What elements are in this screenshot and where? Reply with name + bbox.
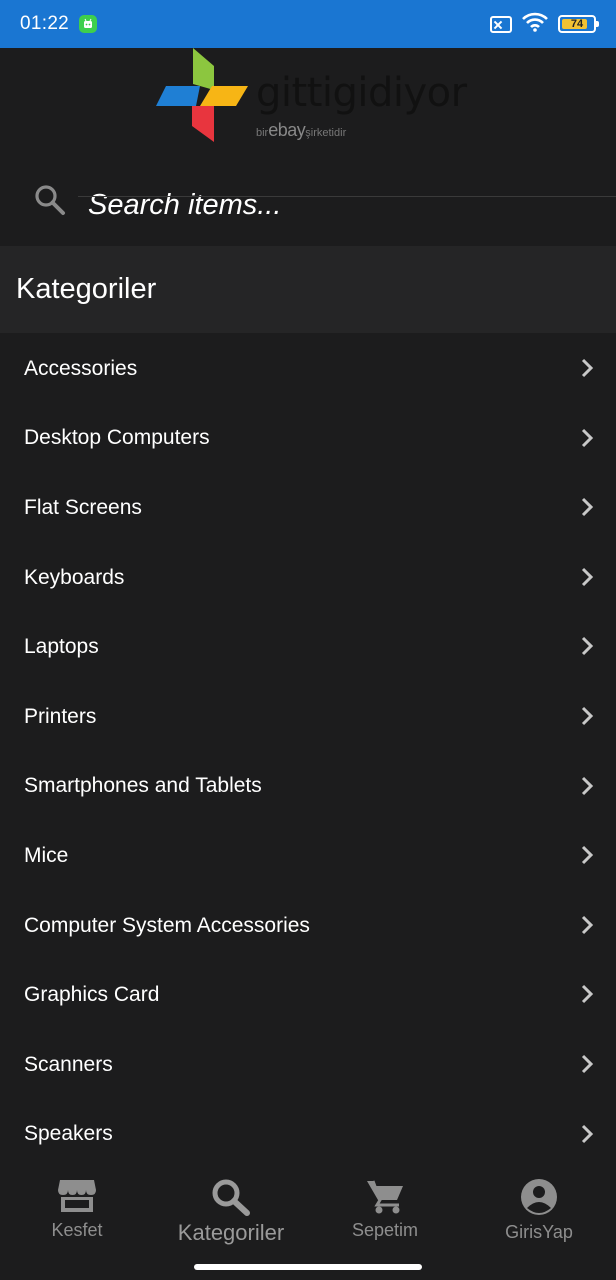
- category-label: Keyboards: [24, 565, 125, 589]
- nav-item-kategoriler[interactable]: Kategoriler: [154, 1178, 308, 1246]
- category-label: Printers: [24, 704, 97, 728]
- nav-label: GirisYap: [505, 1222, 573, 1242]
- category-label: Graphics Card: [24, 983, 160, 1007]
- chevron-right-icon: [581, 985, 594, 1004]
- status-bar: 01:22 74: [0, 0, 616, 48]
- category-item-laptops[interactable]: Laptops: [0, 612, 616, 682]
- nav-item-girisyap[interactable]: GirisYap: [462, 1178, 616, 1243]
- logo-wordmark: gittigidiyor: [256, 70, 467, 116]
- nav-label: Kesfet: [51, 1220, 103, 1240]
- category-item-scanners[interactable]: Scanners: [0, 1030, 616, 1100]
- search-input[interactable]: [80, 174, 616, 236]
- category-item-flat-screens[interactable]: Flat Screens: [0, 473, 616, 543]
- nav-item-sepetim[interactable]: Sepetim: [308, 1178, 462, 1241]
- category-label: Smartphones and Tablets: [24, 774, 262, 798]
- wifi-icon: [522, 12, 548, 37]
- category-label: Mice: [24, 843, 69, 867]
- store-icon: [58, 1180, 96, 1212]
- chevron-right-icon: [581, 1054, 594, 1073]
- category-item-desktop-computers[interactable]: Desktop Computers: [0, 404, 616, 474]
- header: gittigidiyor birebayşirketidir: [0, 48, 616, 245]
- nav-label: Kategoriler: [177, 1220, 285, 1245]
- category-label: Computer System Accessories: [24, 913, 310, 937]
- account-icon: [521, 1179, 557, 1215]
- home-indicator[interactable]: [194, 1264, 422, 1270]
- categories-heading: Kategoriler: [0, 246, 616, 333]
- cart-icon: [367, 1180, 403, 1214]
- bottom-nav: Kesfet Kategoriler Sepetim GirisYap: [0, 1164, 616, 1280]
- app-notification-icon: [79, 15, 98, 33]
- category-item-graphics-card[interactable]: Graphics Card: [0, 960, 616, 1030]
- category-item-accessories[interactable]: Accessories: [0, 334, 616, 404]
- category-label: Flat Screens: [24, 495, 142, 519]
- chevron-right-icon: [581, 567, 594, 586]
- search-bar: [0, 166, 616, 246]
- chevron-right-icon: [581, 358, 594, 378]
- chevron-right-icon: [581, 706, 594, 726]
- gittigidiyor-logo[interactable]: gittigidiyor birebayşirketidir: [156, 48, 467, 148]
- category-label: Desktop Computers: [24, 426, 210, 450]
- chevron-right-icon: [581, 637, 594, 656]
- logo-tagline: birebayşirketidir: [256, 120, 347, 140]
- category-label: Laptops: [24, 635, 99, 659]
- status-time: 01:22: [20, 13, 70, 34]
- category-item-speakers[interactable]: Speakers: [0, 1100, 616, 1170]
- nav-item-kesfet[interactable]: Kesfet: [0, 1178, 154, 1241]
- battery-level: 74: [570, 18, 584, 30]
- sim-off-icon: [490, 15, 512, 33]
- category-label: Speakers: [24, 1122, 113, 1146]
- chevron-right-icon: [581, 1124, 594, 1143]
- search-divider: [78, 196, 616, 197]
- category-label: Scanners: [24, 1052, 113, 1076]
- category-item-smartphones-and-tablets[interactable]: Smartphones and Tablets: [0, 752, 616, 822]
- chevron-right-icon: [581, 915, 594, 934]
- category-item-keyboards[interactable]: Keyboards: [0, 543, 616, 613]
- category-item-printers[interactable]: Printers: [0, 682, 616, 752]
- battery-icon: 74: [558, 15, 599, 33]
- search-icon[interactable]: [34, 184, 66, 221]
- category-item-mice[interactable]: Mice: [0, 821, 616, 891]
- chevron-right-icon: [581, 428, 594, 447]
- chevron-right-icon: [581, 776, 594, 795]
- nav-label: Sepetim: [351, 1220, 419, 1240]
- search-icon: [212, 1179, 250, 1216]
- chevron-right-icon: [581, 846, 594, 865]
- category-list: Accessories Desktop Computers Flat Scree…: [0, 334, 616, 1169]
- category-item-computer-system-accessories[interactable]: Computer System Accessories: [0, 891, 616, 961]
- chevron-right-icon: [581, 498, 594, 517]
- category-label: Accessories: [24, 356, 138, 380]
- logo-mark-icon: [156, 48, 248, 142]
